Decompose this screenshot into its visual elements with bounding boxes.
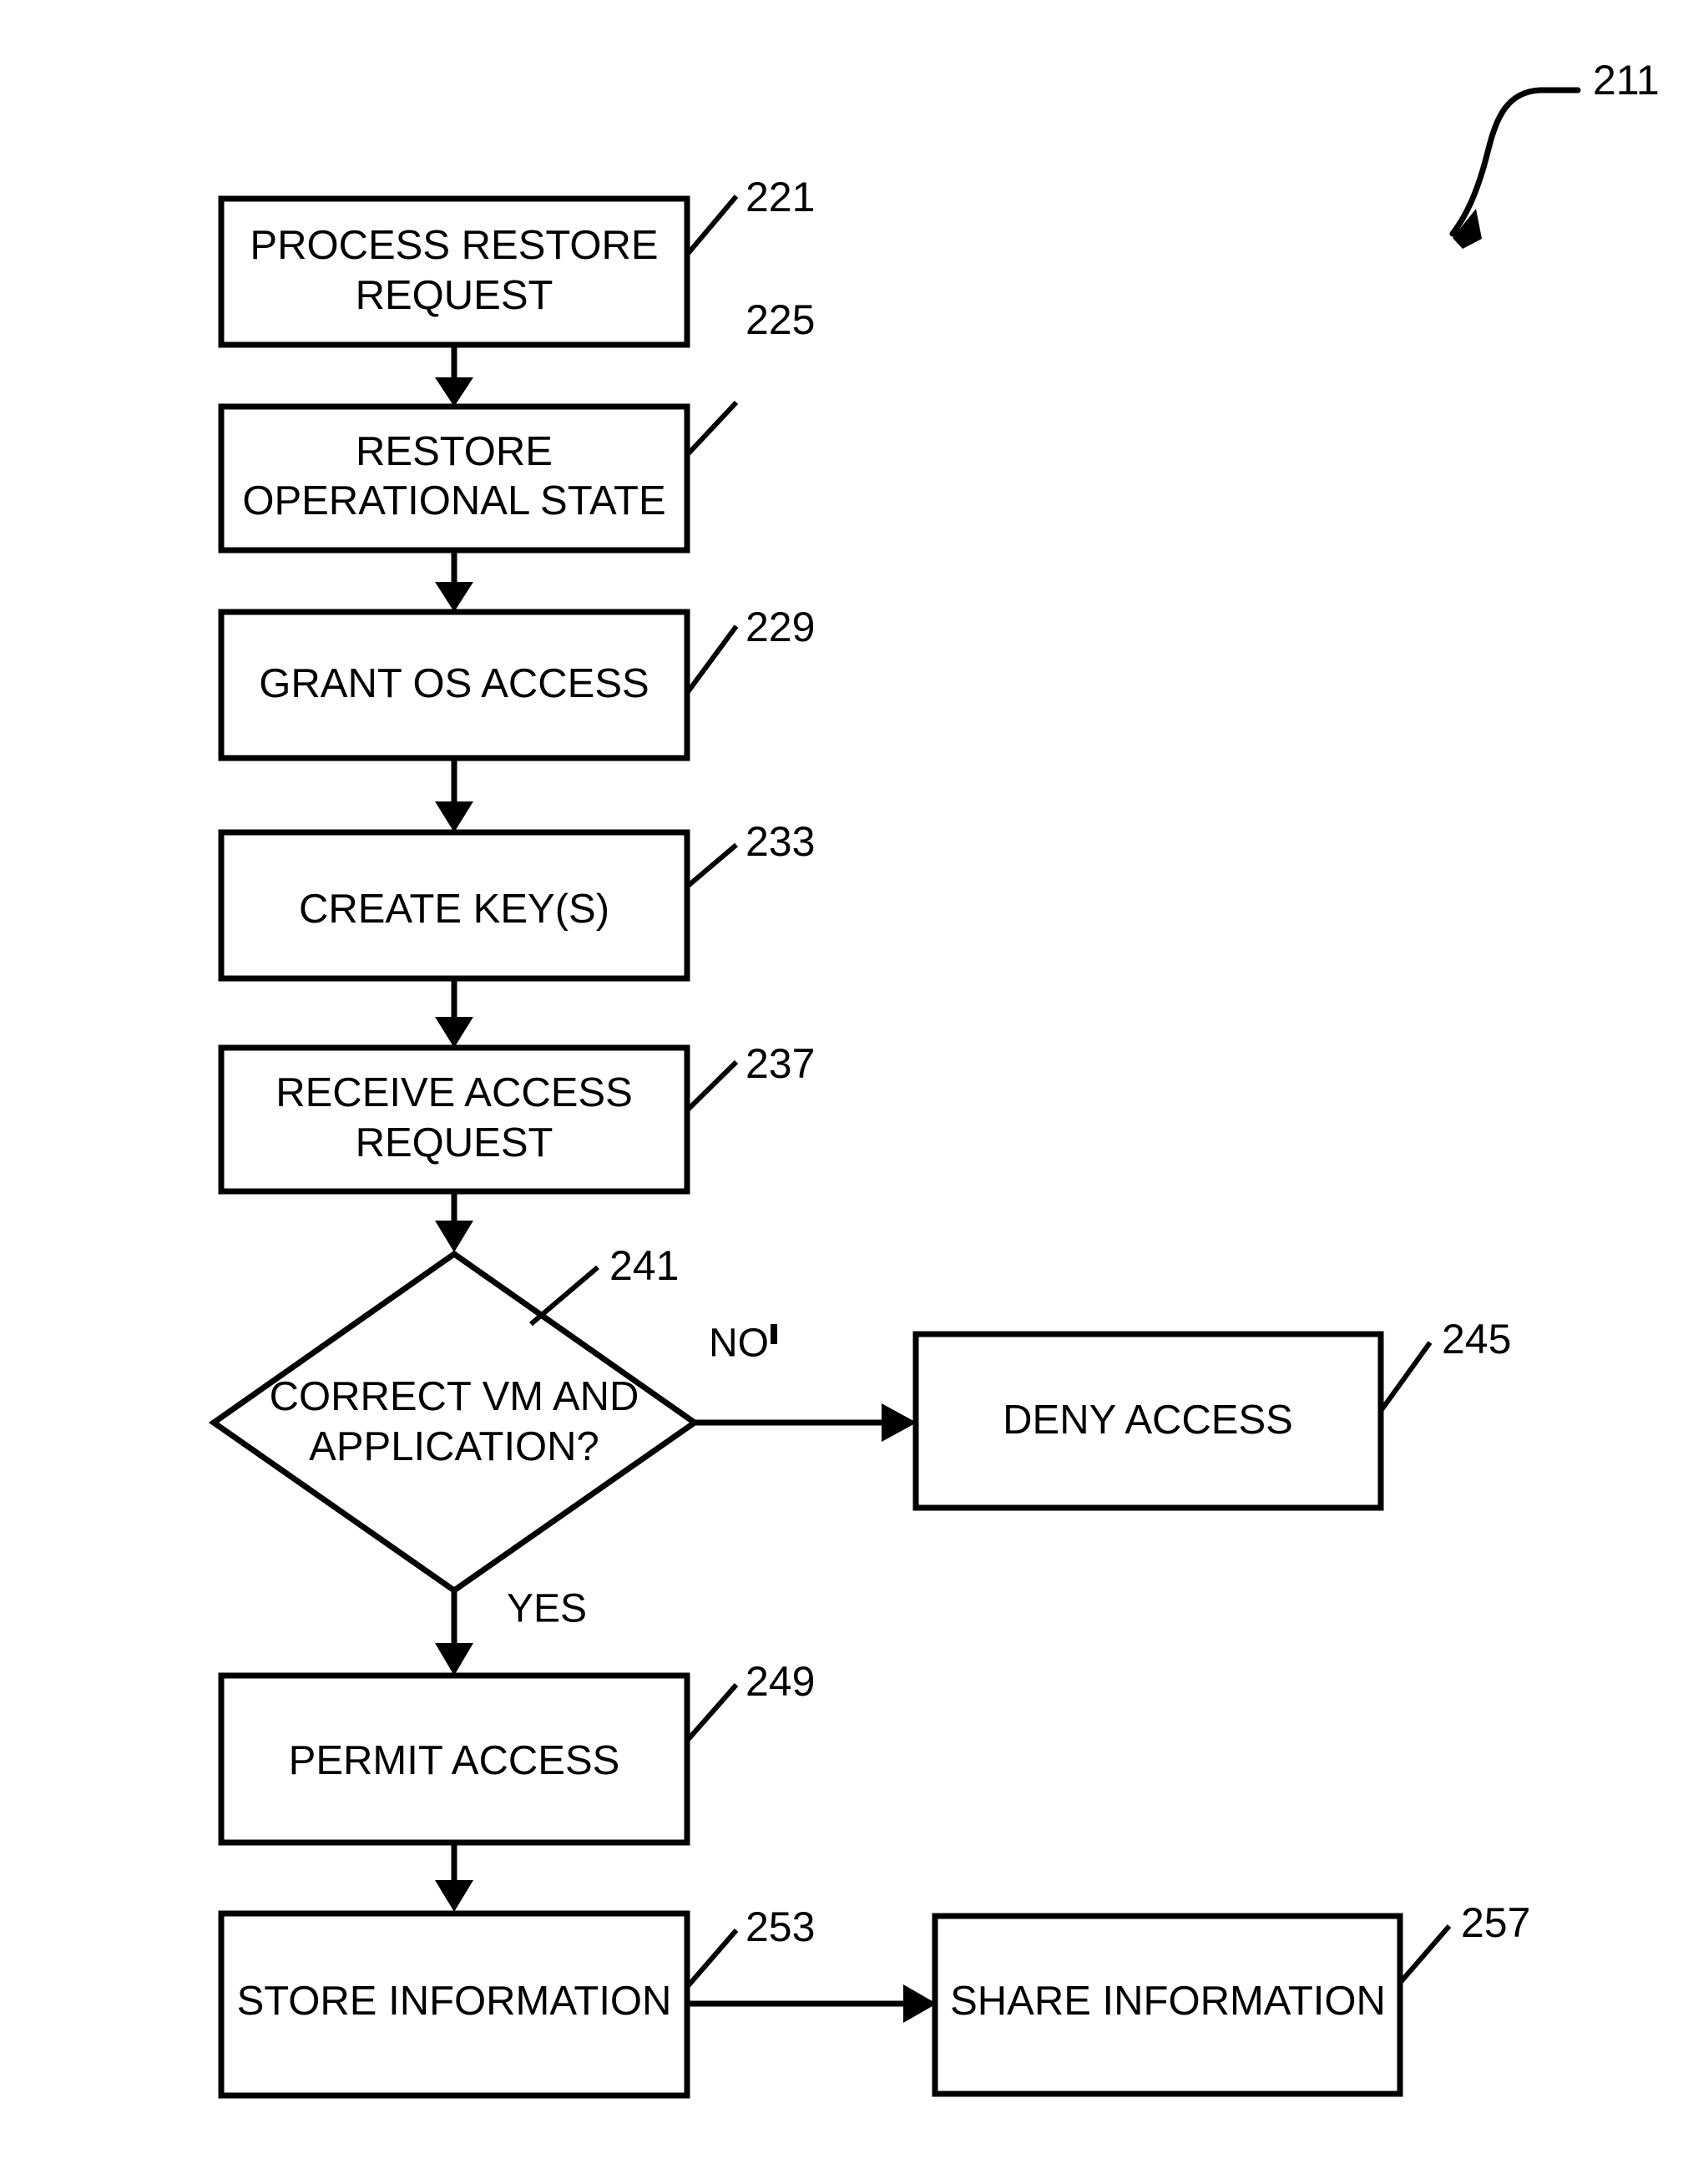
node-grant-os-access-ref-label: 229	[745, 604, 815, 650]
node-restore-operational-state-line-1: RESTORE	[356, 429, 553, 474]
node-process-restore-request[interactable]: PROCESS RESTORE REQUEST 221	[218, 174, 815, 348]
figure-ref-211-leader	[1449, 87, 1581, 237]
node-create-keys[interactable]: CREATE KEY(S) 233	[218, 818, 815, 982]
node-receive-access-request[interactable]: RECEIVE ACCESS REQUEST 237	[218, 1040, 815, 1195]
node-store-information-ref-leader	[685, 1929, 739, 1989]
branch-label-no: NO	[709, 1322, 769, 1366]
figure-ref-211-label: 211	[1593, 57, 1660, 104]
connector-253-to-257	[687, 1984, 937, 2023]
connector-241-to-249-arrowhead	[435, 1643, 473, 1676]
connector-241-to-245-arrowhead	[882, 1403, 917, 1442]
node-deny-access-line-1: DENY ACCESS	[1003, 1398, 1293, 1443]
node-permit-access-ref-leader	[685, 1683, 739, 1742]
connector-249-to-253	[435, 1843, 473, 1912]
node-share-information-line-1: SHARE INFORMATION	[950, 1979, 1386, 2024]
connector-225-to-229-arrowhead	[435, 582, 473, 612]
node-grant-os-access-line-1: GRANT OS ACCESS	[259, 661, 649, 706]
connector-221-to-225	[435, 345, 473, 407]
node-correct-vm-and-application-line-1: CORRECT VM AND	[270, 1374, 639, 1419]
node-store-information-line-1: STORE INFORMATION	[237, 1979, 672, 2024]
branch-label-yes: YES	[507, 1587, 587, 1631]
flowchart-svg: 211 PROCESS RESTORE REQUEST 221 RESTORE …	[208, 57, 1660, 2099]
node-correct-vm-and-application-ref-leader	[529, 1265, 599, 1327]
connector-233-to-237-arrowhead	[435, 1017, 473, 1048]
node-grant-os-access-ref-leader	[685, 624, 739, 695]
connector-229-to-233	[435, 758, 473, 832]
node-process-restore-request-box[interactable]	[218, 195, 690, 348]
node-create-keys-line-1: CREATE KEY(S)	[299, 887, 609, 932]
node-process-restore-request-line-2: REQUEST	[356, 273, 553, 318]
branch-label-no-tick	[771, 1324, 777, 1344]
node-restore-operational-state-ref-leader	[685, 400, 739, 458]
figure-canvas: 211 PROCESS RESTORE REQUEST 221 RESTORE …	[0, 0, 1683, 2184]
node-deny-access-ref-label: 245	[1442, 1316, 1511, 1362]
node-receive-access-request-ref-leader	[685, 1059, 739, 1113]
connector-237-to-241	[435, 1191, 473, 1252]
node-store-information-ref-label: 253	[745, 1903, 815, 1950]
connector-225-to-229	[435, 550, 473, 612]
node-permit-access-ref-label: 249	[745, 1658, 815, 1705]
node-correct-vm-and-application-diamond[interactable]	[208, 1250, 700, 1595]
connector-229-to-233-arrowhead	[435, 801, 473, 832]
node-restore-operational-state-line-2: OPERATIONAL STATE	[242, 478, 665, 523]
node-share-information-ref-leader	[1397, 1924, 1452, 1984]
connector-221-to-225-arrowhead	[435, 377, 473, 407]
node-grant-os-access[interactable]: GRANT OS ACCESS 229	[218, 604, 815, 761]
node-store-information[interactable]: STORE INFORMATION 253	[218, 1903, 815, 2099]
node-process-restore-request-ref-label: 221	[745, 174, 815, 220]
node-share-information[interactable]: SHARE INFORMATION 257	[932, 1899, 1530, 2097]
node-create-keys-ref-label: 233	[745, 818, 815, 865]
node-process-restore-request-line-1: PROCESS RESTORE	[250, 223, 658, 268]
node-correct-vm-and-application-line-2: APPLICATION?	[309, 1424, 599, 1469]
node-correct-vm-and-application-ref-label: 241	[609, 1242, 679, 1289]
node-deny-access-ref-leader	[1378, 1341, 1433, 1413]
node-receive-access-request-line-2: REQUEST	[356, 1120, 553, 1165]
figure-ref-211-group: 211	[1449, 57, 1660, 249]
connector-237-to-241-arrowhead	[435, 1221, 473, 1252]
node-create-keys-ref-leader	[685, 842, 738, 889]
node-share-information-ref-label: 257	[1461, 1899, 1530, 1946]
node-correct-vm-and-application[interactable]: CORRECT VM AND APPLICATION? 241	[208, 1242, 700, 1595]
connector-241-to-245-no: NO	[695, 1322, 917, 1442]
node-permit-access[interactable]: PERMIT ACCESS 249	[218, 1658, 815, 1846]
node-permit-access-line-1: PERMIT ACCESS	[289, 1738, 620, 1783]
connector-249-to-253-arrowhead	[435, 1880, 473, 1912]
node-deny-access[interactable]: DENY ACCESS 245	[912, 1316, 1511, 1511]
connector-233-to-237	[435, 978, 473, 1048]
node-receive-access-request-line-1: RECEIVE ACCESS	[275, 1070, 633, 1115]
node-restore-operational-state-ref-label: 225	[745, 296, 815, 343]
node-process-restore-request-ref-leader	[685, 195, 739, 256]
connector-241-to-249-yes: YES	[435, 1587, 587, 1676]
node-receive-access-request-ref-label: 237	[745, 1040, 815, 1087]
connector-253-to-257-arrowhead	[903, 1984, 937, 2023]
